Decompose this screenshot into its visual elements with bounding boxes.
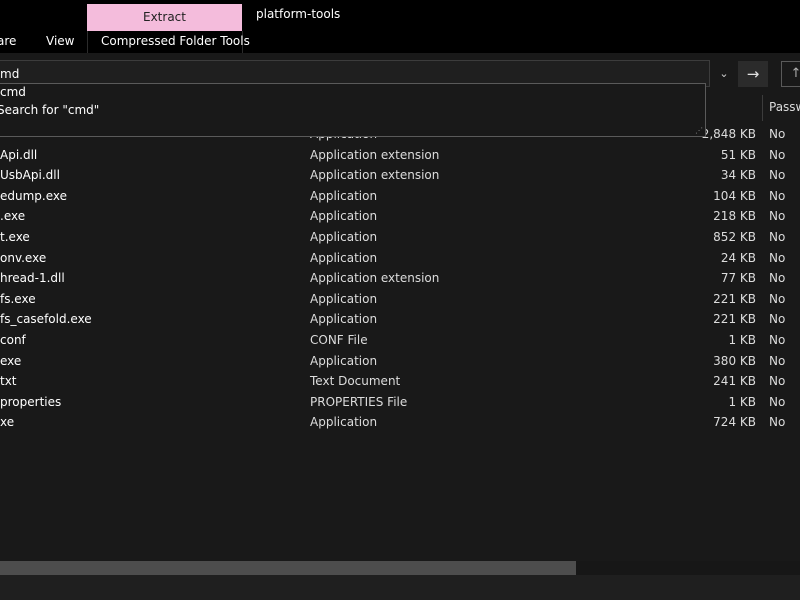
- suggestion-item[interactable]: cmd: [0, 85, 26, 99]
- file-type: Application: [310, 188, 378, 203]
- file-size: 724 KB: [713, 415, 756, 430]
- file-row[interactable]: xe Application 724 KB No: [0, 412, 800, 433]
- file-name: fs.exe: [0, 291, 36, 306]
- file-type: Application: [310, 415, 378, 430]
- ribbon-divider: [87, 31, 88, 53]
- title-bar: Extract platform-tools: [0, 0, 800, 31]
- up-button[interactable]: ↑: [781, 61, 800, 87]
- toolbar-band: [0, 53, 800, 60]
- file-type: Text Document: [310, 374, 401, 389]
- file-row[interactable]: conf CONF File 1 KB No: [0, 330, 800, 351]
- file-size: 380 KB: [713, 353, 756, 368]
- file-size: 77 KB: [720, 271, 756, 286]
- file-row[interactable]: fs_casefold.exe Application 221 KB No: [0, 309, 800, 330]
- file-size: 221 KB: [713, 291, 756, 306]
- file-name: .exe: [0, 209, 26, 224]
- file-name: fs_casefold.exe: [0, 312, 92, 327]
- file-row[interactable]: fs.exe Application 221 KB No: [0, 289, 800, 310]
- file-type: Application: [310, 353, 378, 368]
- file-type: Application: [310, 312, 378, 327]
- resize-grip-icon[interactable]: ⋰: [695, 127, 703, 135]
- file-type: Application: [310, 230, 378, 244]
- file-password: No: [769, 394, 786, 409]
- file-password: No: [769, 271, 786, 286]
- tab-extract[interactable]: Extract: [87, 4, 242, 31]
- file-size: 104 KB: [713, 188, 756, 203]
- go-button[interactable]: →: [738, 61, 768, 87]
- file-row[interactable]: txt Text Document 241 KB No: [0, 371, 800, 392]
- file-name: t.exe: [0, 230, 30, 244]
- file-row[interactable]: hread-1.dll Application extension 77 KB …: [0, 268, 800, 289]
- file-password: No: [769, 168, 786, 183]
- file-type: CONF File: [310, 333, 368, 347]
- file-type: Application extension: [310, 168, 440, 183]
- file-name: exe: [0, 353, 22, 368]
- file-type: Application extension: [310, 147, 440, 162]
- horizontal-scrollbar[interactable]: [0, 561, 800, 575]
- tab-share[interactable]: are: [0, 34, 16, 48]
- file-name: hread-1.dll: [0, 271, 65, 286]
- file-size: 1 KB: [728, 333, 756, 347]
- file-password: No: [769, 353, 786, 368]
- file-type: Application extension: [310, 271, 440, 286]
- file-row[interactable]: UsbApi.dll Application extension 34 KB N…: [0, 165, 800, 186]
- file-name: properties: [0, 394, 62, 409]
- column-divider[interactable]: [762, 95, 763, 121]
- file-password: No: [769, 147, 786, 162]
- file-name: UsbApi.dll: [0, 168, 60, 183]
- file-name: txt: [0, 374, 17, 389]
- file-password: No: [769, 230, 786, 244]
- file-row[interactable]: exe Application 380 KB No: [0, 351, 800, 372]
- file-password: No: [769, 291, 786, 306]
- file-name: xe: [0, 415, 15, 430]
- file-size: 221 KB: [713, 312, 756, 327]
- file-password: No: [769, 188, 786, 203]
- file-size: 218 KB: [713, 209, 756, 224]
- column-header-password[interactable]: Passw: [769, 100, 800, 114]
- chevron-down-icon[interactable]: ⌄: [712, 61, 736, 87]
- file-password: No: [769, 333, 786, 347]
- file-password: No: [769, 127, 786, 141]
- file-password: No: [769, 415, 786, 430]
- file-type: Application: [310, 209, 378, 224]
- file-size: 241 KB: [713, 374, 756, 389]
- file-row[interactable]: edump.exe Application 104 KB No: [0, 186, 800, 207]
- file-row[interactable]: properties PROPERTIES File 1 KB No: [0, 392, 800, 413]
- scrollbar-thumb[interactable]: [0, 561, 576, 575]
- tab-view[interactable]: View: [46, 34, 74, 48]
- file-password: No: [769, 312, 786, 327]
- file-password: No: [769, 250, 786, 265]
- file-name: edump.exe: [0, 188, 68, 203]
- file-size: 2,848 KB: [701, 127, 756, 141]
- context-group-label: Compressed Folder Tools: [101, 34, 250, 48]
- file-size: 1 KB: [728, 394, 756, 409]
- ribbon-tabs: are View Compressed Folder Tools: [0, 31, 800, 53]
- file-row[interactable]: .exe Application 218 KB No: [0, 206, 800, 227]
- file-password: No: [769, 209, 786, 224]
- file-type: Application: [310, 250, 378, 265]
- file-name: Api.dll: [0, 147, 38, 162]
- autocomplete-dropdown: cmd Search for "cmd" ⋰: [0, 83, 706, 137]
- file-name: conf: [0, 333, 26, 347]
- file-type: PROPERTIES File: [310, 394, 408, 409]
- file-type: Application: [310, 291, 378, 306]
- status-bar: [0, 575, 800, 600]
- file-name: onv.exe: [0, 250, 47, 265]
- file-size: 24 KB: [720, 250, 756, 265]
- file-password: No: [769, 374, 786, 389]
- file-size: 51 KB: [720, 147, 756, 162]
- file-size: 34 KB: [720, 168, 756, 183]
- file-row[interactable]: onv.exe Application 24 KB No: [0, 248, 800, 269]
- file-row[interactable]: t.exe Application 852 KB No: [0, 227, 800, 248]
- suggestion-item[interactable]: Search for "cmd": [0, 103, 99, 117]
- window-title: platform-tools: [256, 7, 341, 21]
- file-row[interactable]: Api.dll Application extension 51 KB No: [0, 145, 800, 166]
- file-size: 852 KB: [713, 230, 756, 244]
- search-input-value[interactable]: md: [0, 67, 19, 81]
